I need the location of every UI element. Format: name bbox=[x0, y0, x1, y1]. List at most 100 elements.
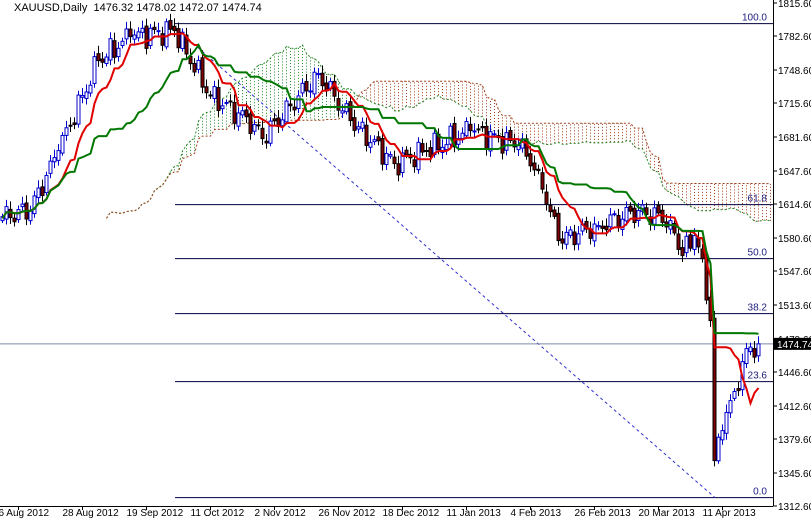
candle-body bbox=[220, 105, 225, 110]
candle bbox=[532, 155, 537, 176]
candle bbox=[216, 79, 221, 117]
candle bbox=[336, 90, 341, 117]
candle-body bbox=[296, 95, 301, 109]
candle-body bbox=[736, 388, 741, 392]
y-tick-label: 1446.60 bbox=[778, 368, 811, 379]
candle-body bbox=[744, 348, 749, 364]
candle bbox=[84, 84, 89, 105]
candle bbox=[460, 127, 465, 144]
candle-body bbox=[396, 163, 401, 176]
x-tick-label: 11 Apr 2013 bbox=[703, 508, 757, 518]
y-tick-label: 1647.60 bbox=[778, 167, 811, 178]
candle bbox=[576, 225, 581, 251]
candle bbox=[40, 179, 45, 202]
candle-body bbox=[560, 238, 565, 244]
candle bbox=[92, 51, 97, 88]
candle bbox=[276, 109, 281, 133]
candle-body bbox=[484, 126, 489, 150]
candle-body bbox=[128, 28, 133, 38]
candle-body bbox=[556, 212, 561, 242]
y-tick-label: 1748.60 bbox=[778, 66, 811, 77]
candle bbox=[352, 109, 357, 137]
candle bbox=[596, 221, 601, 231]
candle bbox=[388, 151, 393, 159]
candle bbox=[656, 201, 661, 217]
candle bbox=[296, 90, 301, 113]
candle-body bbox=[564, 231, 569, 245]
candle bbox=[72, 117, 77, 130]
candle-body bbox=[80, 95, 85, 98]
candle bbox=[192, 58, 197, 77]
candle-body bbox=[612, 213, 617, 216]
candle-body bbox=[260, 127, 265, 140]
candle-body bbox=[420, 143, 425, 153]
candle-body bbox=[248, 113, 253, 135]
candle-body bbox=[216, 87, 221, 112]
candle-body bbox=[716, 436, 721, 462]
candle bbox=[104, 53, 109, 67]
x-tick-label: 11 Oct 2012 bbox=[191, 508, 245, 518]
candle-body bbox=[76, 94, 81, 125]
candle-body bbox=[56, 150, 61, 161]
candle-body bbox=[544, 191, 549, 205]
candle bbox=[152, 21, 157, 35]
candle bbox=[200, 50, 205, 94]
candle-body bbox=[84, 91, 89, 99]
candle-body bbox=[116, 47, 121, 58]
candle-body bbox=[272, 118, 277, 122]
candle-body bbox=[312, 71, 317, 95]
candle bbox=[224, 99, 229, 106]
candle-body bbox=[600, 225, 605, 229]
candle-body bbox=[140, 27, 145, 33]
candle bbox=[648, 209, 653, 231]
candle-body bbox=[680, 247, 685, 257]
x-tick-label: 26 Feb 2013 bbox=[575, 508, 632, 518]
candle-body bbox=[348, 101, 353, 122]
candle bbox=[728, 394, 733, 419]
chart-header: XAUUSD,Daily 1476.32 1478.02 1472.07 147… bbox=[14, 2, 262, 14]
candle-body bbox=[316, 73, 321, 76]
candle bbox=[744, 343, 749, 368]
price-chart[interactable]: 100.0 61.8 50.0 38.2 23.6 0.0 1815.60 1782.60 17… bbox=[0, 0, 811, 518]
candle-body bbox=[748, 346, 753, 353]
candle bbox=[736, 381, 741, 397]
candle bbox=[168, 13, 173, 35]
candle-body bbox=[536, 168, 541, 172]
candle bbox=[376, 131, 381, 146]
candle-body bbox=[460, 132, 465, 139]
candle bbox=[628, 202, 633, 215]
candle-body bbox=[412, 159, 417, 168]
x-tick-label: 2 Nov 2012 bbox=[255, 508, 307, 518]
candle bbox=[56, 144, 61, 166]
candle-body bbox=[688, 234, 693, 249]
candle bbox=[756, 336, 761, 362]
candle-body bbox=[124, 28, 129, 40]
candle-body bbox=[576, 233, 581, 245]
candle bbox=[748, 342, 753, 356]
candle-body bbox=[372, 139, 377, 143]
candle bbox=[732, 388, 737, 402]
candle-body bbox=[232, 101, 237, 124]
candle bbox=[268, 117, 273, 147]
candle-body bbox=[432, 132, 437, 156]
candle-body bbox=[572, 231, 577, 246]
candle bbox=[360, 117, 365, 132]
candle-body bbox=[376, 136, 381, 142]
candle bbox=[300, 78, 305, 97]
candle bbox=[240, 106, 245, 119]
candle bbox=[304, 73, 309, 97]
candle-body bbox=[692, 235, 697, 250]
candle-body bbox=[44, 174, 49, 194]
candle bbox=[588, 221, 593, 245]
candle bbox=[204, 79, 209, 99]
candle bbox=[464, 117, 469, 140]
candle-body bbox=[88, 84, 93, 94]
tenkan-sen-line bbox=[1, 32, 760, 407]
candle bbox=[108, 32, 113, 66]
fib-label-100.0: 100.0 bbox=[742, 13, 767, 24]
candle-body bbox=[72, 122, 77, 126]
candle-body bbox=[64, 127, 69, 136]
candle-body bbox=[28, 210, 33, 222]
candle-body bbox=[528, 153, 533, 167]
candle bbox=[584, 216, 589, 233]
